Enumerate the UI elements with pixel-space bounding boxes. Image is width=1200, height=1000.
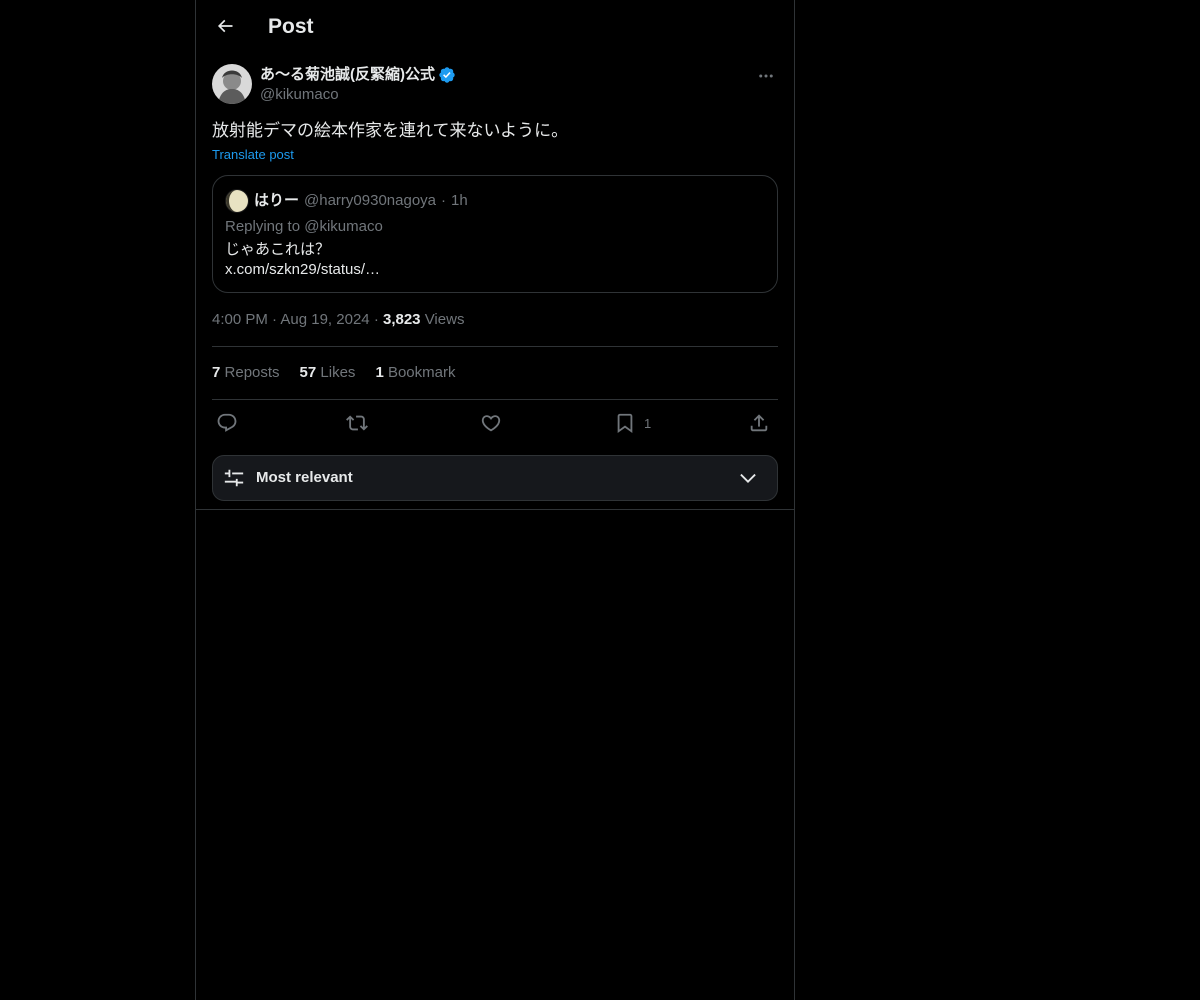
quote-age: 1h (451, 192, 468, 209)
reposts-stat[interactable]: 7 Reposts (212, 363, 280, 383)
post-time[interactable]: 4:00 PM (212, 311, 268, 328)
sort-label: Most relevant (256, 469, 353, 486)
reply-button[interactable] (216, 412, 238, 434)
bookmarks-count: 1 (375, 364, 384, 381)
translate-post-link[interactable]: Translate post (212, 146, 294, 164)
moon-avatar-icon (225, 189, 249, 213)
reply-sort-dropdown[interactable]: Most relevant (212, 455, 778, 501)
avatar-image (212, 64, 252, 104)
page-header: Post (196, 0, 794, 53)
more-options-button[interactable] (754, 64, 778, 88)
author-name-row: あ〜る菊池誠(反緊縮)公式 (260, 65, 456, 85)
quote-link: x.com/szkn29/status/… (225, 261, 381, 278)
bookmarks-label: Bookmark (387, 364, 456, 381)
divider (212, 346, 778, 347)
back-button[interactable] (208, 9, 242, 43)
more-dots-icon (759, 74, 773, 78)
likes-stat[interactable]: 57 Likes (300, 363, 356, 383)
repost-button[interactable] (346, 412, 368, 434)
quote-avatar (225, 189, 249, 213)
post-stats: 7 Reposts 57 Likes 1 Bookmark (212, 363, 455, 383)
quote-author-name: はりー (254, 192, 300, 209)
repost-icon (346, 415, 368, 431)
chevron-down-icon (740, 473, 756, 483)
share-icon (750, 414, 768, 432)
reposts-label: Reposts (224, 364, 280, 381)
quoted-post[interactable]: はりー @harry0930nagoya · 1h Replying to @k… (212, 175, 778, 293)
quote-author-handle: @harry0930nagoya (304, 192, 436, 209)
post-meta: 4:00 PM · Aug 19, 2024 · 3,823 Views (212, 311, 465, 328)
author-name[interactable]: あ〜る菊池誠(反緊縮)公式 (260, 65, 435, 85)
views-count: 3,823 (382, 311, 421, 328)
views-label: Views (424, 311, 465, 328)
author-handle[interactable]: @kikumaco (260, 85, 339, 105)
author-avatar[interactable] (212, 64, 252, 104)
likes-label: Likes (320, 364, 356, 381)
bookmarks-stat[interactable]: 1 Bookmark (375, 363, 455, 383)
quote-replying-to: Replying to @kikumaco (225, 218, 383, 235)
quote-body-line: じゃあこれは？ (225, 241, 331, 258)
post-column: Post あ〜る菊池誠(反緊縮)公式 @kikumaco 放射能デマの絵本作家を… (195, 0, 795, 1000)
share-button[interactable] (748, 412, 770, 434)
like-button[interactable] (480, 412, 502, 434)
quote-body: じゃあこれは？ x.com/szkn29/status/… (225, 240, 380, 280)
section-divider (196, 509, 794, 510)
quote-separator: · (441, 192, 446, 209)
post-author: あ〜る菊池誠(反緊縮)公式 @kikumaco (212, 64, 778, 108)
post-text: 放射能デマの絵本作家を連れて来ないように。 (212, 121, 569, 140)
bookmark-action-count: 1 (644, 415, 652, 431)
divider (212, 399, 778, 400)
reposts-count: 7 (212, 364, 221, 381)
reply-icon (217, 413, 237, 432)
bookmark-button[interactable]: 1 (614, 412, 651, 434)
action-bar: 1 (212, 408, 778, 440)
sliders-icon (224, 469, 244, 487)
bookmark-icon (617, 413, 633, 434)
heart-icon (481, 415, 501, 432)
verified-badge-icon (439, 67, 455, 83)
likes-count: 57 (299, 364, 317, 381)
post-date[interactable]: Aug 19, 2024 (280, 311, 369, 328)
arrow-left-icon (217, 19, 233, 33)
quote-header: はりー @harry0930nagoya · 1h (225, 189, 468, 213)
page-title: Post (268, 15, 314, 38)
